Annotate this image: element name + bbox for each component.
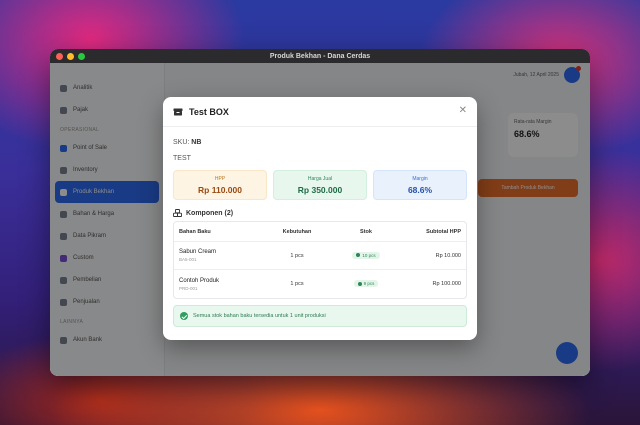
modal-title: Test BOX (189, 106, 229, 117)
table-row: Contoh Produk PRD-001 1 pcs 9 pcs Rp 100… (174, 270, 466, 298)
sku-line: SKU: NB (173, 139, 467, 146)
margin-value: 68.6% (407, 184, 433, 195)
stock-available-alert: Semua stok bahan baku tersedia untuk 1 u… (173, 305, 467, 327)
table-header: Bahan Baku Kebutuhan Stok Subtotal HPP (174, 222, 466, 242)
selling-price-card: Harga Jual Rp 350.000 (273, 170, 367, 200)
metrics-row: HPP Rp 110.000 Harga Jual Rp 350.000 Mar… (173, 170, 467, 200)
material-name: Sabun Cream (179, 249, 217, 255)
hpp-card: HPP Rp 110.000 (173, 170, 267, 200)
modal-header: Test BOX ✕ (163, 97, 477, 127)
sku-value: NB (191, 139, 202, 146)
stock-badge: 10 pcs (352, 251, 380, 259)
components-table: Bahan Baku Kebutuhan Stok Subtotal HPP S… (173, 221, 467, 299)
box-icon (173, 108, 183, 115)
check-circle-icon (180, 312, 188, 320)
cubes-icon (173, 209, 182, 217)
material-need: 1 pcs (290, 252, 304, 259)
check-icon (356, 253, 361, 258)
hpp-label: HPP (214, 175, 226, 182)
stock-badge: 9 pcs (353, 280, 379, 288)
material-subtotal: Rp 10.000 (435, 252, 461, 259)
material-need: 1 pcs (290, 281, 304, 287)
table-row: Sabun Cream BA5-001 1 pcs 10 pcs Rp 10.0… (174, 242, 466, 270)
margin-card: Margin 68.6% (373, 170, 467, 200)
components-title: Komponen (2) (186, 209, 234, 217)
hpp-value: Rp 110.000 (198, 184, 242, 195)
material-code: BA5-001 (179, 257, 197, 262)
sku-label: SKU: (173, 139, 190, 146)
col-header-stock: Stok (360, 228, 372, 235)
col-header-need: Kebutuhan (282, 228, 312, 235)
margin-label: Margin (412, 175, 428, 182)
product-description: TEST (173, 155, 191, 162)
selling-price-value: Rp 350.000 (297, 184, 343, 195)
close-icon[interactable]: ✕ (459, 106, 467, 116)
product-detail-modal: Test BOX ✕ SKU: NB TEST HPP Rp 110.000 H… (163, 97, 477, 340)
title-bar: Produk Bekhan - Dana Cerdas (50, 49, 590, 63)
col-header-material: Bahan Baku (179, 228, 211, 235)
material-code: PRD-001 (179, 285, 198, 291)
col-header-subtotal: Subtotal HPP (426, 228, 461, 235)
selling-price-label: Harga Jual (307, 175, 333, 182)
alert-text: Semua stok bahan baku tersedia untuk 1 u… (193, 313, 326, 319)
material-subtotal: Rp 100.000 (432, 281, 461, 287)
window-title: Produk Bekhan - Dana Cerdas (269, 52, 371, 60)
components-heading: Komponen (2) (173, 209, 467, 217)
check-icon (357, 281, 362, 286)
material-name: Contoh Produk (179, 277, 220, 284)
